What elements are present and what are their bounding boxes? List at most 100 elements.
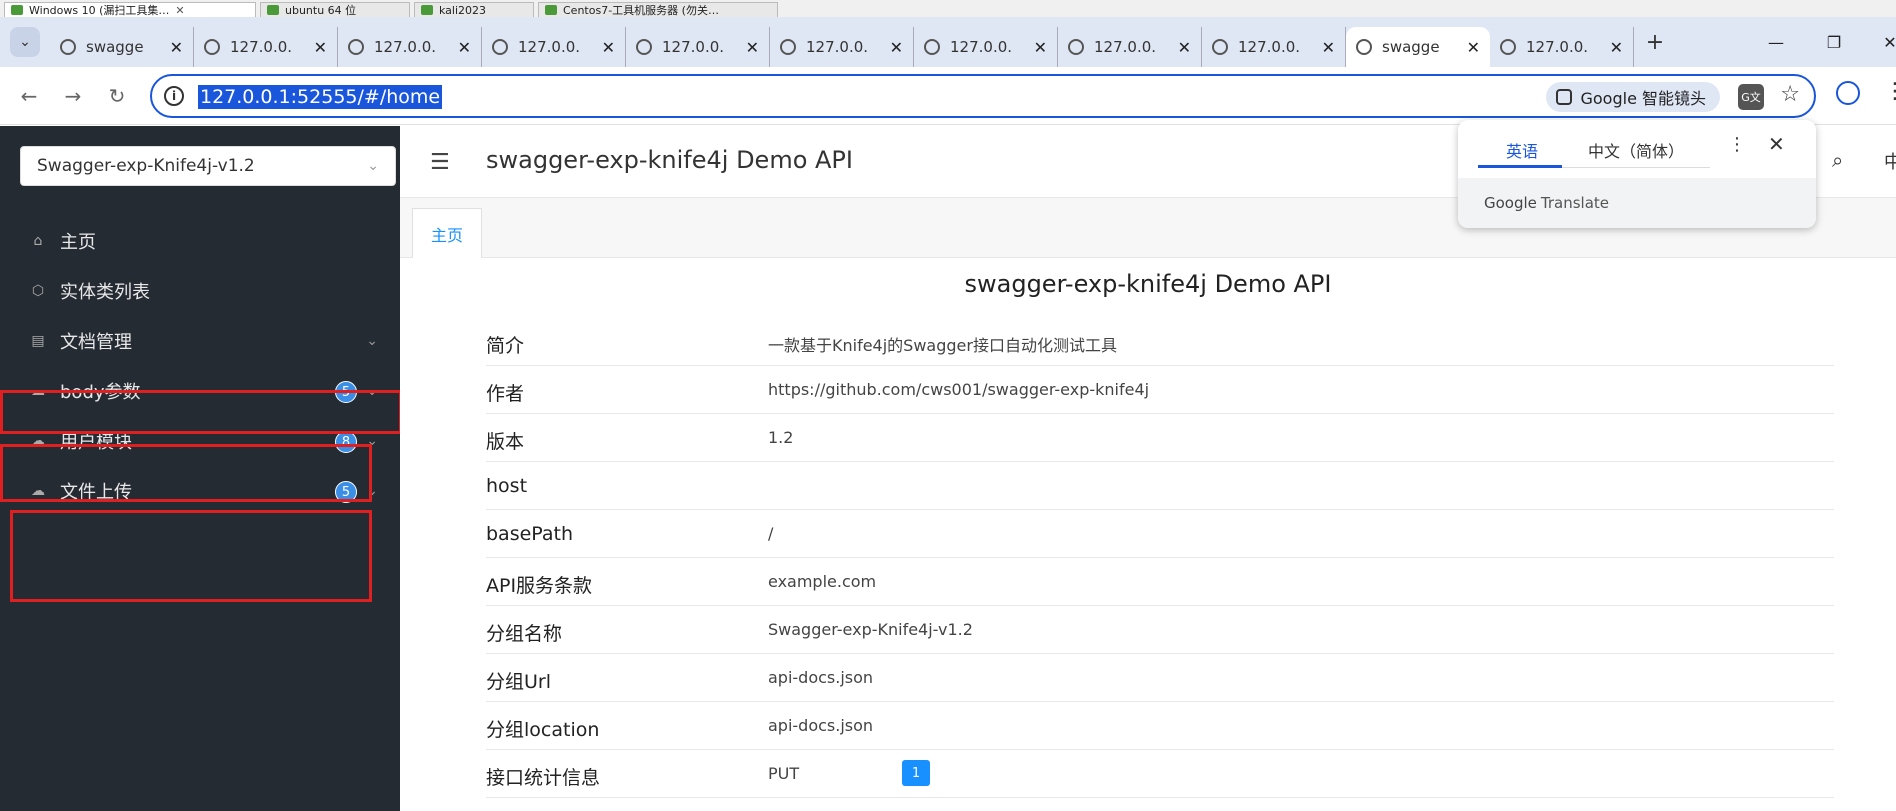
tab-search-button[interactable]: ⌄ xyxy=(10,27,40,57)
globe-icon xyxy=(924,39,940,55)
site-info-icon[interactable]: i xyxy=(164,86,184,106)
close-tab-icon[interactable]: ✕ xyxy=(314,38,327,57)
close-tab-icon[interactable]: ✕ xyxy=(1467,38,1480,57)
vm-tab[interactable]: Centos7-工具机服务器 (勿关… xyxy=(538,2,778,17)
browser-tab[interactable]: swagge ✕ xyxy=(1346,27,1490,67)
vm-icon xyxy=(545,5,557,15)
close-tab-icon[interactable]: ✕ xyxy=(1322,38,1335,57)
forward-button[interactable]: → xyxy=(58,81,88,111)
highlight-box xyxy=(10,510,372,602)
reload-button[interactable]: ↻ xyxy=(102,81,132,111)
vm-tab-strip: Windows 10 (漏扫工具集… ✕ ubuntu 64 位 kali2023… xyxy=(0,0,1896,17)
browser-tab[interactable]: 127.0.0. ✕ xyxy=(626,27,770,67)
info-row: 接口统计信息 PUT 1 xyxy=(486,750,1834,798)
browser-tab[interactable]: 127.0.0. ✕ xyxy=(338,27,482,67)
browser-tab[interactable]: 127.0.0. ✕ xyxy=(1490,27,1634,67)
close-tab-icon[interactable]: ✕ xyxy=(1610,38,1623,57)
url-text[interactable]: 127.0.0.1:52555/#/home xyxy=(198,85,443,109)
content-title: swagger-exp-knife4j Demo API xyxy=(964,270,1332,298)
close-icon[interactable]: ✕ xyxy=(1768,132,1785,156)
close-tab-icon[interactable]: ✕ xyxy=(1034,38,1047,57)
vm-icon xyxy=(11,5,23,15)
browser-menu-icon[interactable]: ⋮ xyxy=(1884,79,1896,104)
tab-chinese[interactable]: 中文（简体） xyxy=(1588,138,1684,162)
highlight-box xyxy=(0,390,402,434)
close-icon[interactable]: ✕ xyxy=(175,4,184,17)
chevron-down-icon: ⌄ xyxy=(367,158,379,174)
close-tab-icon[interactable]: ✕ xyxy=(1178,38,1191,57)
menu-fold-icon[interactable]: ☰ xyxy=(430,150,450,175)
bookmark-star-icon[interactable]: ☆ xyxy=(1780,82,1800,107)
omnibox[interactable]: i 127.0.0.1:52555/#/home Google 智能镜头 G文 … xyxy=(150,74,1816,118)
cube-icon: ⬡ xyxy=(31,283,45,299)
tab-english[interactable]: 英语 xyxy=(1506,138,1538,162)
search-icon[interactable]: ⌕ xyxy=(1832,148,1843,172)
info-label: host xyxy=(486,475,528,497)
info-row: 作者 https://github.com/cws001/swagger-exp-… xyxy=(486,366,1834,414)
language-switch[interactable]: 中 xyxy=(1884,148,1896,174)
info-row: host xyxy=(486,462,1834,510)
vm-tab[interactable]: ubuntu 64 位 xyxy=(260,2,410,17)
close-tab-icon[interactable]: ✕ xyxy=(746,38,759,57)
info-row: API服务条款 example.com xyxy=(486,558,1834,606)
info-label: 分组location xyxy=(486,719,600,741)
browser-tab[interactable]: 127.0.0. ✕ xyxy=(194,27,338,67)
browser-tab[interactable]: 127.0.0. ✕ xyxy=(482,27,626,67)
google-lens-button[interactable]: Google 智能镜头 xyxy=(1546,82,1720,112)
vm-tab[interactable]: Windows 10 (漏扫工具集… ✕ xyxy=(4,2,256,17)
close-tab-icon[interactable]: ✕ xyxy=(458,38,471,57)
close-tab-icon[interactable]: ✕ xyxy=(170,38,183,57)
close-tab-icon[interactable]: ✕ xyxy=(602,38,615,57)
globe-icon xyxy=(60,39,76,55)
info-value: Swagger-exp-Knife4j-v1.2 xyxy=(768,620,973,639)
browser-tab[interactable]: 127.0.0. ✕ xyxy=(1202,27,1346,67)
vm-icon xyxy=(267,5,279,15)
chevron-down-icon[interactable]: ⌄ xyxy=(366,333,378,349)
vm-tab[interactable]: kali2023 xyxy=(414,2,534,17)
new-tab-button[interactable]: + xyxy=(1640,27,1670,57)
browser-tab[interactable]: swagge ✕ xyxy=(50,27,194,67)
globe-icon xyxy=(492,39,508,55)
info-row: 分组名称 Swagger-exp-Knife4j-v1.2 xyxy=(486,606,1834,654)
info-value: https://github.com/cws001/swagger-exp-kn… xyxy=(768,380,1150,399)
info-label: basePath xyxy=(486,523,574,545)
document-icon: ▤ xyxy=(31,333,45,349)
address-bar-row: ← → ↻ i 127.0.0.1:52555/#/home Google 智能… xyxy=(0,67,1896,125)
tab-home[interactable]: 主页 xyxy=(412,208,482,258)
lens-icon xyxy=(1556,89,1573,105)
browser-tab[interactable]: 127.0.0. ✕ xyxy=(770,27,914,67)
browser-tab[interactable]: 127.0.0. ✕ xyxy=(914,27,1058,67)
globe-icon xyxy=(348,39,364,55)
info-value: 1.2 xyxy=(768,428,794,447)
highlight-box xyxy=(0,444,372,502)
info-row: 简介 一款基于Knife4j的Swagger接口自动化测试工具 xyxy=(486,318,1834,366)
translate-icon[interactable]: G文 xyxy=(1738,84,1764,110)
profile-icon[interactable] xyxy=(1836,81,1860,105)
info-value: / xyxy=(768,524,774,543)
page-title: swagger-exp-knife4j Demo API xyxy=(486,146,853,174)
group-select[interactable]: Swagger-exp-Knife4j-v1.2 ⌄ xyxy=(20,146,396,186)
info-value: example.com xyxy=(768,572,877,591)
browser-tab-bar: ⌄ swagge ✕ 127.0.0. ✕ 127.0.0. ✕ 127.0.0. ✕ 127.… xyxy=(0,17,1896,67)
tab-list: swagge ✕ 127.0.0. ✕ 127.0.0. ✕ 127.0.0. ✕ 127.0.… xyxy=(50,17,1634,67)
globe-icon xyxy=(204,39,220,55)
restore-button[interactable]: ❐ xyxy=(1806,17,1862,67)
info-label: API服务条款 xyxy=(486,575,593,597)
info-row: 版本 1.2 xyxy=(486,414,1834,462)
globe-icon xyxy=(1068,39,1084,55)
close-window-button[interactable]: ✕ xyxy=(1862,17,1896,67)
sidebar: Swagger-exp-Knife4j-v1.2 ⌄ ⌂ 主页 ⬡ 实体类列表 ▤ 文档管理… xyxy=(0,126,402,811)
close-tab-icon[interactable]: ✕ xyxy=(890,38,903,57)
info-label: 简介 xyxy=(486,335,525,357)
info-label: 版本 xyxy=(486,431,525,453)
main-panel: ☰ swagger-exp-knife4j Demo API ⌕ 中 主页 sw… xyxy=(400,126,1896,811)
vm-icon xyxy=(421,5,433,15)
info-row: 分组Url api-docs.json xyxy=(486,654,1834,702)
browser-tab[interactable]: 127.0.0. ✕ xyxy=(1058,27,1202,67)
info-value: api-docs.json xyxy=(768,668,874,687)
more-options-icon[interactable]: ⋮ xyxy=(1728,134,1746,155)
active-tab-indicator xyxy=(1478,165,1562,168)
globe-icon xyxy=(780,39,796,55)
minimize-button[interactable]: — xyxy=(1748,17,1804,67)
back-button[interactable]: ← xyxy=(14,81,44,111)
